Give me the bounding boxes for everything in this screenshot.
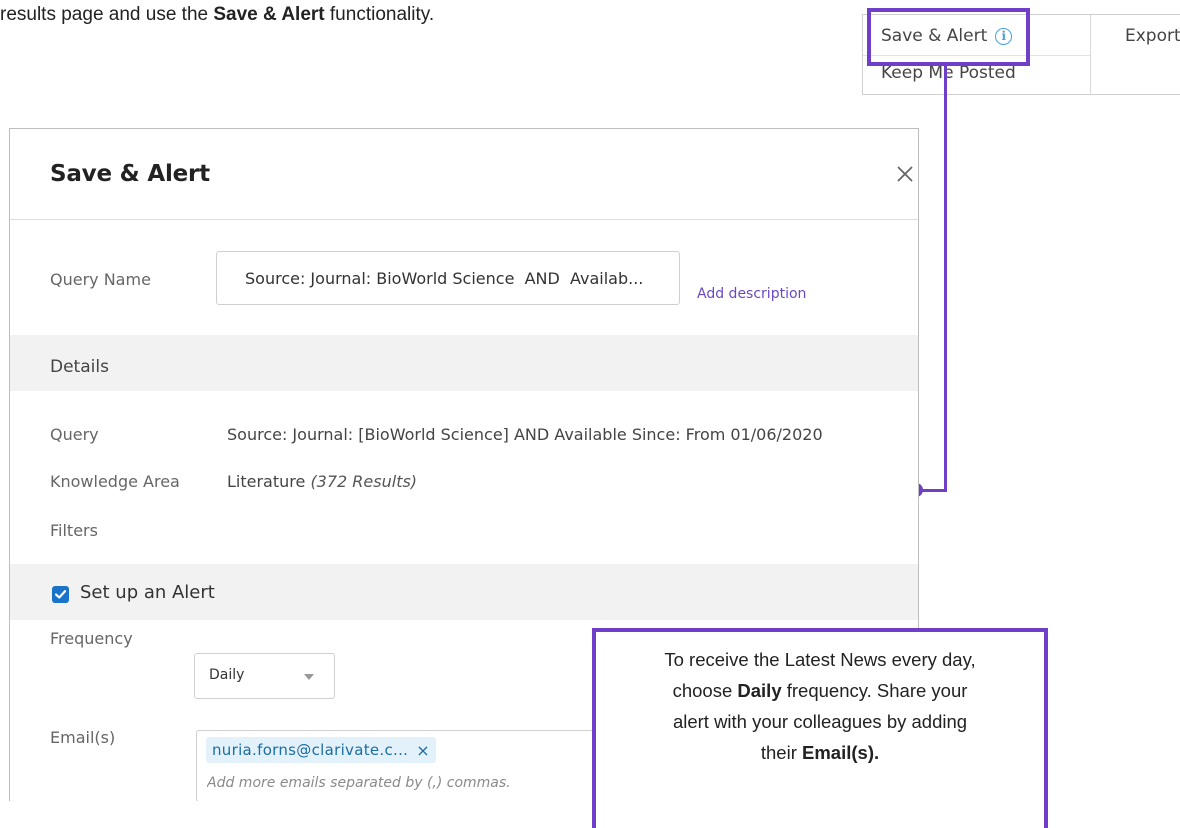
menu-keep-me-posted[interactable]: Keep Me Posted (881, 63, 1016, 83)
frequency-selected-value: Daily (209, 667, 245, 683)
emails-field[interactable]: nuria.forns@clarivate.c... × (196, 730, 656, 801)
tip-callout: To receive the Latest News every day, ch… (592, 628, 1048, 828)
highlight-frame (867, 8, 1030, 66)
query-name-label: Query Name (50, 270, 151, 289)
knowledge-area-label: Knowledge Area (50, 472, 180, 491)
add-description-link[interactable]: Add description (697, 286, 806, 302)
frequency-label: Frequency (50, 629, 133, 648)
menu-export[interactable]: Export (1125, 26, 1180, 46)
frequency-select[interactable]: Daily (194, 653, 335, 699)
details-section-header (10, 335, 918, 391)
dialog-header: Save & Alert (10, 129, 918, 220)
menu-divider (1090, 15, 1091, 94)
callout-line-1: To receive the Latest News every day, (664, 649, 976, 670)
callout-line-4: their Email(s). (596, 737, 1044, 768)
dialog-title: Save & Alert (50, 161, 210, 187)
emails-label: Email(s) (50, 728, 116, 747)
query-label: Query (50, 425, 99, 444)
connector-line-vertical (944, 64, 947, 492)
instruction-bold: Save & Alert (213, 4, 325, 25)
details-title: Details (50, 357, 109, 377)
knowledge-area-value: Literature (372 Results) (227, 472, 417, 491)
callout-line-2-bold: Daily (737, 680, 782, 701)
instruction-prefix: results page and use the (0, 4, 214, 25)
callout-line-2: choose Daily frequency. Share your (596, 675, 1044, 706)
email-chip-text: nuria.forns@clarivate.c... (212, 741, 409, 759)
checkmark-icon (54, 590, 67, 599)
alert-checkbox[interactable] (52, 586, 69, 603)
email-input[interactable] (207, 771, 587, 795)
alert-checkbox-label[interactable]: Set up an Alert (80, 582, 215, 603)
filters-label: Filters (50, 521, 98, 540)
query-value: Source: Journal: [BioWorld Science] AND … (227, 425, 823, 444)
chevron-down-icon (304, 674, 314, 680)
query-name-input[interactable] (216, 251, 680, 305)
callout-line-2-post: frequency. Share your (781, 680, 968, 701)
knowledge-area-count: (372 Results) (310, 472, 418, 491)
callout-text: To receive the Latest News every day, ch… (596, 644, 1044, 768)
close-icon[interactable] (894, 163, 916, 185)
callout-line-3: alert with your colleagues by adding (672, 711, 968, 732)
instruction-text: results page and use the Save & Alert fu… (0, 4, 434, 26)
callout-line-4-pre: their (760, 742, 803, 763)
callout-line-2-pre: choose (672, 680, 738, 701)
knowledge-area-name: Literature (227, 472, 306, 491)
email-chip: nuria.forns@clarivate.c... × (206, 737, 436, 763)
callout-line-4-bold: Email(s). (802, 742, 880, 763)
instruction-suffix: functionality. (324, 4, 435, 25)
remove-email-icon[interactable]: × (416, 741, 430, 760)
